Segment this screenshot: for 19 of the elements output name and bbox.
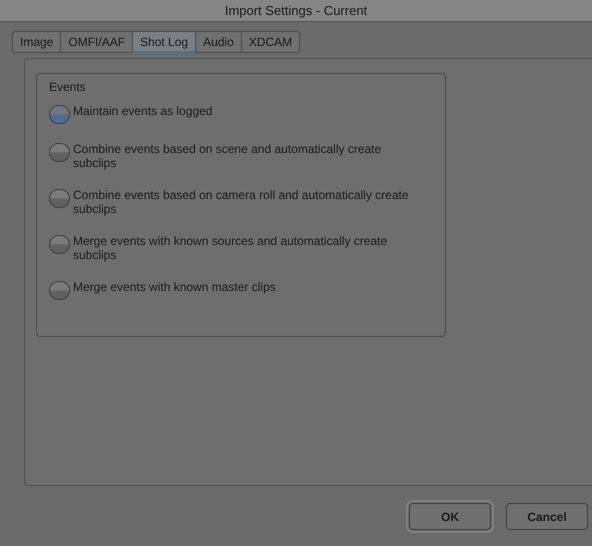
dialog-button[interactable]: OK xyxy=(409,503,491,530)
radio-button[interactable] xyxy=(49,189,70,208)
dialog-button[interactable]: Cancel xyxy=(506,503,588,530)
radio-button[interactable] xyxy=(49,235,70,254)
tab[interactable]: Image xyxy=(12,31,62,53)
radio-button[interactable] xyxy=(49,105,70,124)
option-label: Maintain events as logged xyxy=(73,104,212,118)
window-title: Import Settings - Current xyxy=(224,2,368,20)
radio-button[interactable] xyxy=(49,143,70,162)
group-title: Events xyxy=(49,79,87,96)
option-label: Merge events with known master clips xyxy=(73,280,276,294)
tab[interactable]: XDCAM xyxy=(240,31,300,53)
option-label: Merge events with known sources and automatically create subclips xyxy=(73,234,388,262)
tab[interactable]: Shot Log xyxy=(132,31,196,53)
option-label: Combine events based on camera roll and automatically create subclips xyxy=(73,188,410,216)
option-label: Combine events based on scene and automatically create subclips xyxy=(73,142,382,170)
tab[interactable]: OMFI/AAF xyxy=(60,31,134,53)
radio-button[interactable] xyxy=(49,281,70,300)
tab[interactable]: Audio xyxy=(195,31,242,53)
